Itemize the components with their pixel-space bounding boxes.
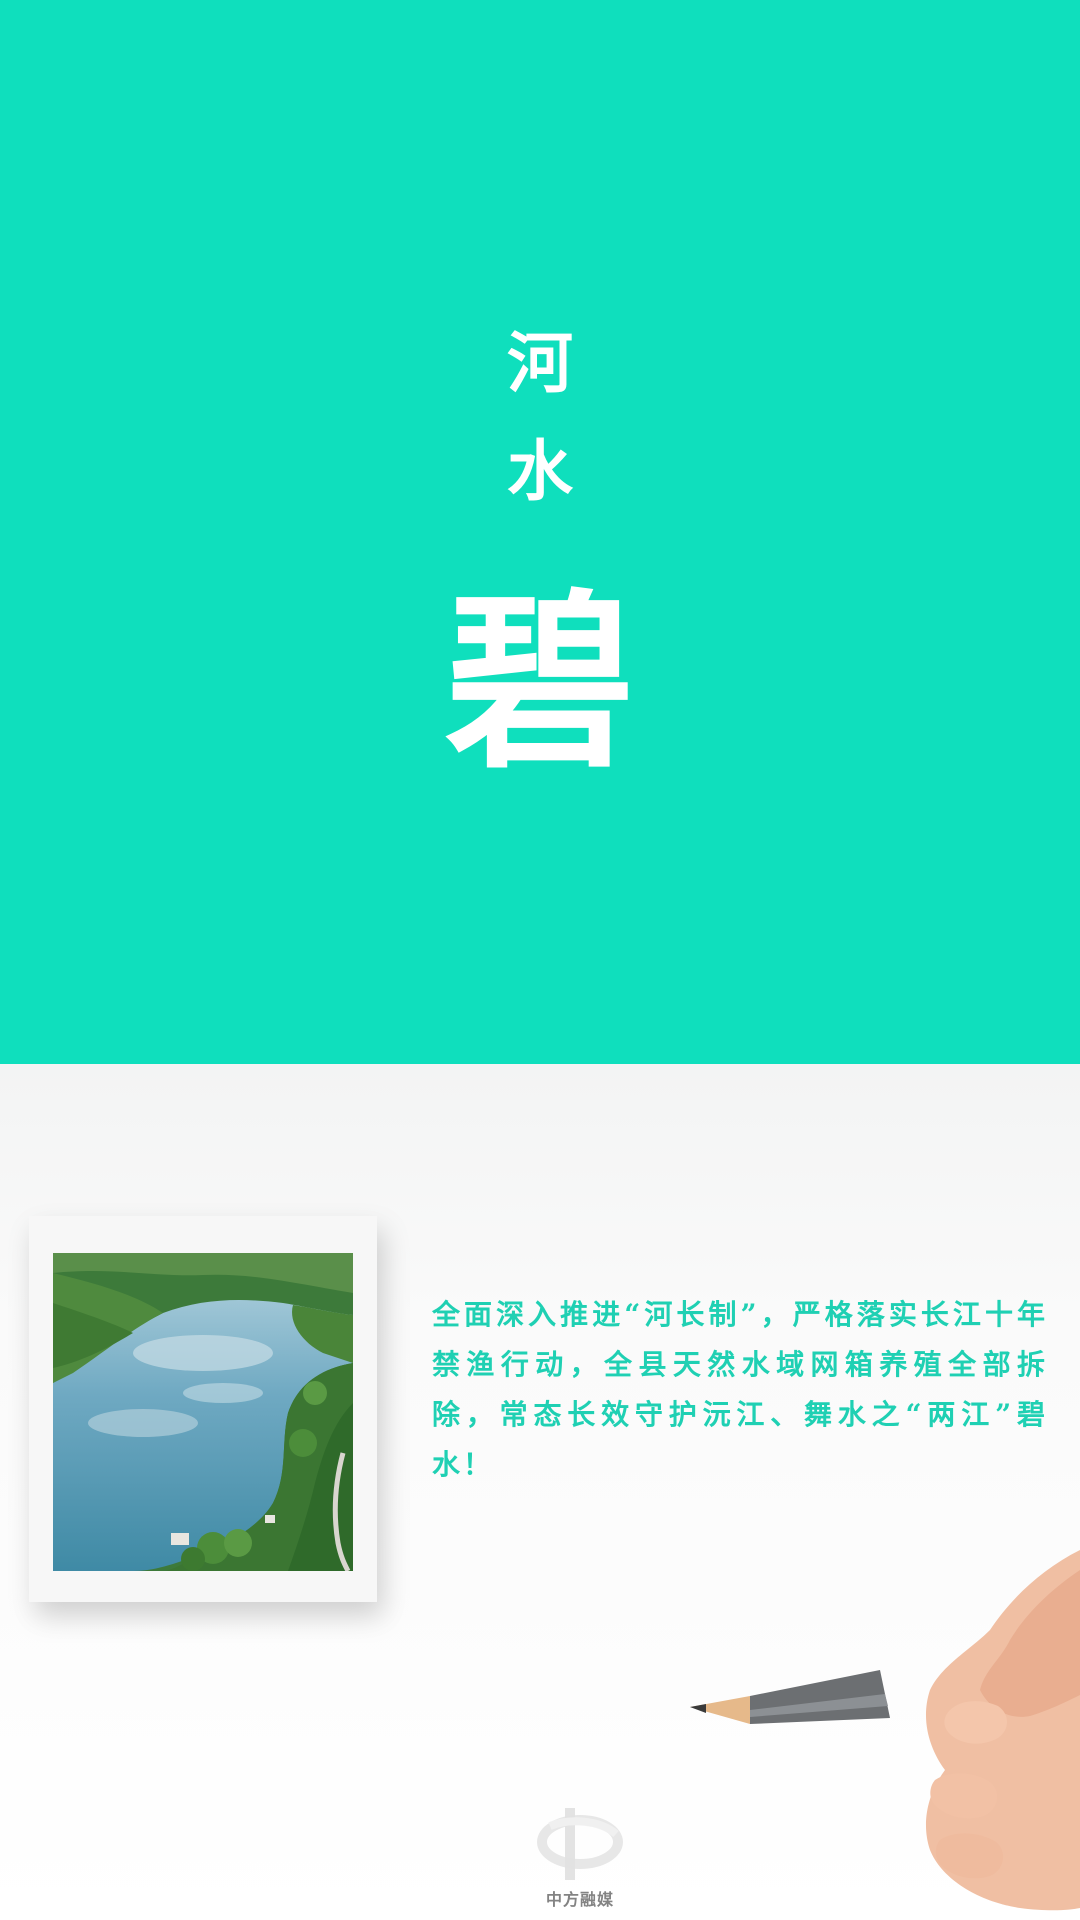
photo-frame xyxy=(29,1216,377,1602)
river-photo xyxy=(53,1253,353,1571)
hand-with-pencil xyxy=(680,1530,1080,1920)
title-char-1: 河 xyxy=(507,324,573,402)
title-panel: 河 水 碧 xyxy=(0,0,1080,1064)
watermark-logo: 中方融媒 xyxy=(520,1800,640,1920)
title-char-2: 水 xyxy=(507,432,573,510)
logo-icon xyxy=(537,1808,623,1880)
title-char-main: 碧 xyxy=(444,571,635,794)
caption-text: 全面深入推进“河长制”，严格落实长江十年禁渔行动，全县天然水域网箱养殖全部拆除，… xyxy=(432,1298,1048,1481)
watermark-text: 中方融媒 xyxy=(545,1890,614,1909)
